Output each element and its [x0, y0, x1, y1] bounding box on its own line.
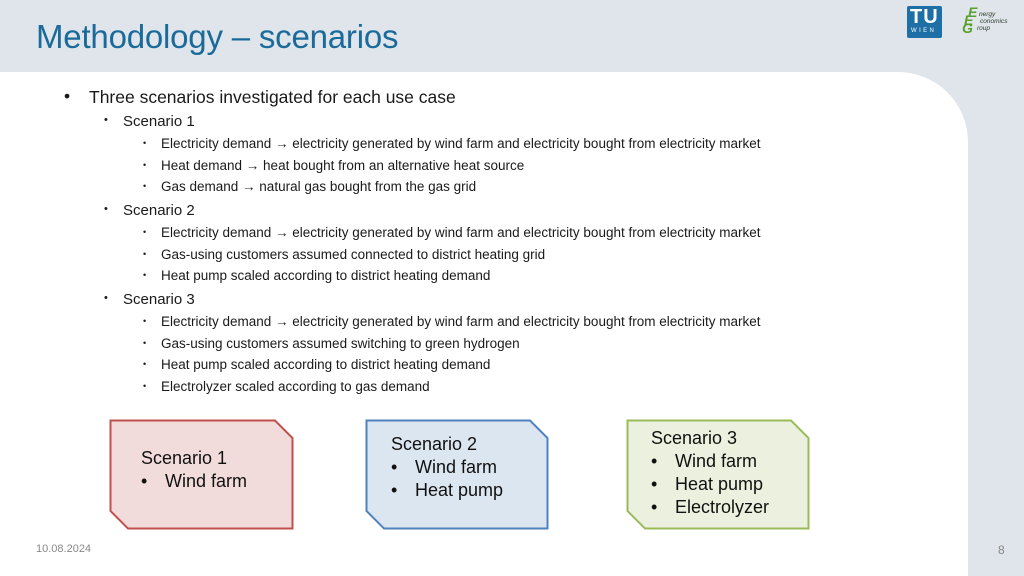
scenario-3-box: Scenario 3 • Wind farm • Heat pump • Ele… — [626, 419, 810, 530]
scenario-2-item: Electricity demand → electricity generat… — [161, 225, 761, 240]
bullet-icon: • — [143, 249, 147, 259]
bullet-icon: • — [143, 160, 147, 170]
scenario-1-box-item: Wind farm — [165, 471, 248, 491]
scenario-2-box-item: Wind farm — [415, 457, 498, 477]
eeg-word-2: conomics — [980, 18, 1008, 25]
scenario-2-box-item: Heat pump — [415, 480, 504, 500]
main-bullet: Three scenarios investigated for each us… — [89, 87, 456, 107]
bullet-icon: • — [143, 138, 147, 148]
scenario-3-box-item: Electrolyzer — [675, 497, 770, 517]
tu-wien-logo-top: TU — [910, 6, 939, 28]
scenario-1-heading: Scenario 1 — [123, 113, 195, 130]
footer-date: 10.08.2024 — [36, 543, 92, 555]
bullet-icon: • — [391, 457, 398, 477]
bullet-icon: • — [104, 292, 108, 304]
bullet-icon: • — [651, 497, 658, 517]
slide-title: Methodology – scenarios — [36, 18, 399, 55]
tu-wien-logo-bottom: WIEN — [911, 28, 937, 34]
scenario-2-item: Heat pump scaled according to district h… — [161, 268, 491, 283]
bullet-icon: • — [651, 451, 658, 471]
energy-economics-group-logo: E E G nergy conomics roup — [960, 4, 1016, 36]
bullet-icon: • — [143, 181, 147, 191]
scenario-3-item: Heat pump scaled according to district h… — [161, 357, 491, 372]
bullet-icon: • — [143, 227, 147, 237]
scenario-3-box-item: Heat pump — [675, 474, 764, 494]
bullet-icon: • — [104, 203, 108, 215]
tu-wien-logo: TU WIEN — [907, 6, 942, 38]
page-number: 8 — [998, 543, 1005, 557]
scenario-2-box-title: Scenario 2 — [391, 434, 478, 454]
bullet-icon: • — [104, 114, 108, 126]
eeg-letter-3: G — [962, 20, 973, 36]
bullet-icon: • — [141, 471, 148, 491]
scenario-3-item: Electrolyzer scaled according to gas dem… — [161, 379, 430, 394]
scenario-2-item: Gas-using customers assumed connected to… — [161, 247, 546, 262]
bullet-icon: • — [143, 316, 147, 326]
scenario-2-heading: Scenario 2 — [123, 202, 195, 219]
scenario-3-item: Gas-using customers assumed switching to… — [161, 336, 520, 351]
bullet-icon: • — [651, 474, 658, 494]
bullet-icon: • — [143, 338, 147, 348]
bullet-icon: • — [391, 480, 398, 500]
scenario-3-box-title: Scenario 3 — [651, 428, 738, 448]
scenario-1-item: Heat demand → heat bought from an altern… — [161, 158, 525, 173]
bullet-icon: • — [64, 86, 71, 106]
scenario-3-item: Electricity demand → electricity generat… — [161, 314, 761, 329]
scenario-3-heading: Scenario 3 — [123, 291, 195, 308]
scenario-1-item: Gas demand → natural gas bought from the… — [161, 179, 477, 194]
scenario-1-box: Scenario 1 • Wind farm — [109, 419, 294, 530]
scenario-1-box-title: Scenario 1 — [141, 448, 228, 468]
eeg-word-1: nergy — [979, 11, 996, 18]
scenario-1-item: Electricity demand → electricity generat… — [161, 136, 761, 151]
eeg-word-3: roup — [977, 25, 991, 32]
bullet-icon: • — [143, 359, 147, 369]
bullet-icon: • — [143, 381, 147, 391]
scenario-3-box-item: Wind farm — [675, 451, 758, 471]
scenario-2-box: Scenario 2 • Wind farm • Heat pump — [365, 419, 549, 530]
bullet-icon: • — [143, 270, 147, 280]
